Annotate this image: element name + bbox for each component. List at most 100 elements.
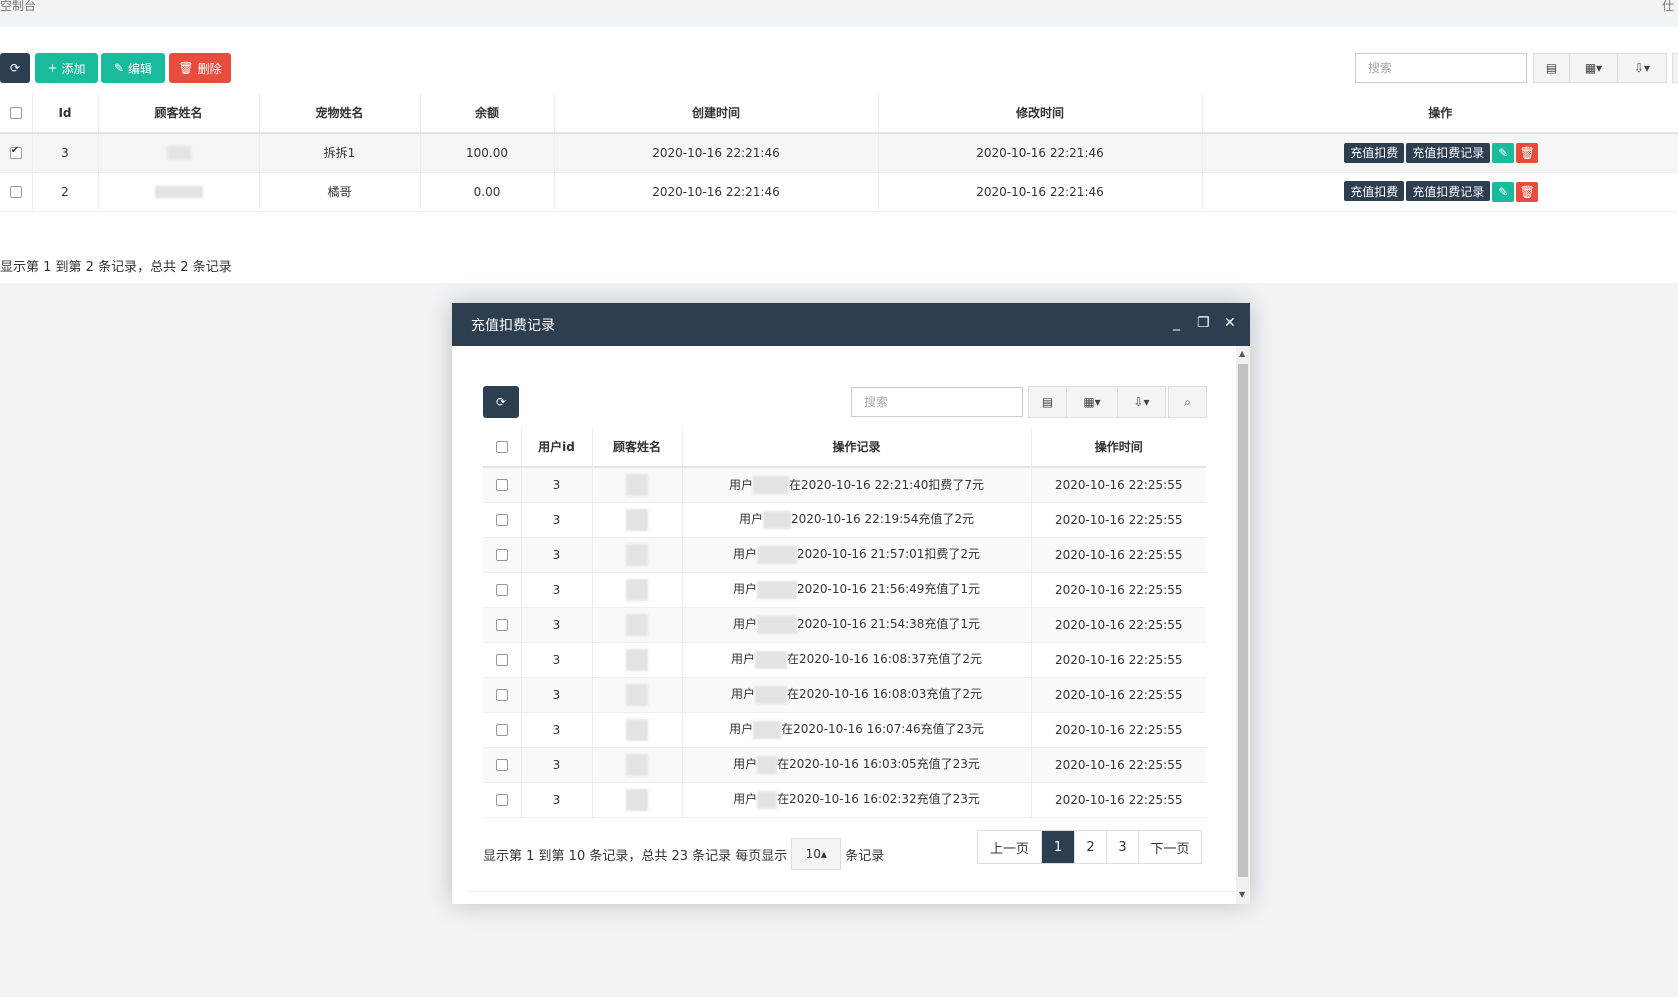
page-2-button[interactable]: 2 — [1075, 831, 1107, 863]
modal-search-button[interactable]: ⌕ — [1168, 386, 1207, 418]
row-checkbox[interactable] — [495, 619, 508, 631]
list-icon: ▤ — [1545, 61, 1558, 75]
cell-record: 用户 2020-10-16 21:57:01扣费了2元 — [682, 537, 1032, 573]
row-delete-button[interactable]: 🗑 — [1516, 143, 1539, 163]
col-created[interactable]: 创建时间 — [554, 93, 879, 134]
close-icon[interactable]: ✕ — [1224, 315, 1236, 331]
table-row[interactable]: 3 用户 在2020-10-16 16:07:46充值了23元 2020-10-16 … — [483, 712, 1206, 748]
row-delete-button[interactable]: 🗑 — [1516, 181, 1539, 202]
modal-refresh-button[interactable]: ⟳ — [483, 386, 519, 418]
toggle-view-button[interactable]: ▤ — [1533, 53, 1570, 83]
table-row[interactable]: 3 用户 在2020-10-16 16:03:05充值了23元 2020-10-16 … — [483, 747, 1206, 783]
col-pet[interactable]: 宠物姓名 — [259, 93, 421, 134]
row-checkbox[interactable] — [495, 689, 508, 701]
page-1-button[interactable]: 1 — [1042, 831, 1075, 863]
delete-button[interactable]: 🗑 删除 — [169, 53, 231, 83]
records-button[interactable]: 充值扣费记录 — [1406, 142, 1491, 163]
row-checkbox-cell[interactable] — [483, 537, 522, 573]
row-checkbox-cell[interactable] — [483, 747, 522, 783]
modal-info-prefix: 显示第 1 到第 10 条记录，总共 23 条记录 每页显示 — [483, 848, 788, 864]
edit-button[interactable]: ✎ 编辑 — [101, 53, 165, 83]
table-row[interactable]: 3 用户 在2020-10-16 16:02:32充值了23元 2020-10-16 … — [483, 782, 1206, 818]
row-edit-button[interactable]: ✎ — [1492, 143, 1515, 163]
row-checkbox[interactable] — [495, 654, 508, 666]
col-op-time[interactable]: 操作时间 — [1031, 427, 1206, 468]
page-3-button[interactable]: 3 — [1107, 831, 1139, 863]
scrollbar-thumb[interactable] — [1238, 364, 1248, 877]
row-checkbox[interactable] — [495, 514, 508, 526]
record-text: 在2020-10-16 22:21:40扣费了7元 — [788, 477, 985, 492]
table-row[interactable]: 3 用户 在2020-10-16 22:21:40扣费了7元 2020-10-16 2… — [483, 467, 1206, 503]
table-row[interactable]: 3 用户 2020-10-16 22:19:54充值了2元 2020-10-16 22… — [483, 502, 1206, 538]
prev-page-button[interactable]: 上一页 — [978, 831, 1042, 863]
table-row[interactable]: 3 用户 2020-10-16 21:56:49充值了1元 2020-10-16 22… — [483, 572, 1206, 608]
columns-button[interactable]: ▦▾ — [1569, 53, 1618, 83]
table-row[interactable]: 3 用户 2020-10-16 21:57:01扣费了2元 2020-10-16 22… — [483, 537, 1206, 573]
col-id[interactable]: Id — [32, 93, 99, 134]
row-checkbox[interactable] — [495, 549, 508, 561]
modal-select-all-cell[interactable] — [483, 427, 522, 468]
row-checkbox[interactable] — [495, 759, 508, 771]
row-checkbox-cell[interactable] — [483, 782, 522, 818]
table-row[interactable]: 3 拆拆1 100.00 2020-10-16 22:21:46 2020-10… — [0, 133, 1678, 173]
modal-export-button[interactable]: ⇩▾ — [1117, 386, 1166, 418]
add-button[interactable]: + 添加 — [35, 53, 98, 83]
col-user-id[interactable]: 用户id — [521, 427, 593, 468]
modal-columns-button[interactable]: ▦▾ — [1066, 386, 1118, 418]
refresh-button[interactable]: ⟳ — [0, 53, 30, 83]
table-row[interactable]: 3 用户 2020-10-16 21:54:38充值了1元 2020-10-16 22… — [483, 607, 1206, 643]
row-checkbox[interactable] — [495, 724, 508, 736]
scroll-up-icon[interactable]: ▲ — [1239, 349, 1245, 358]
recharge-button[interactable]: 充值扣费 — [1344, 142, 1405, 163]
select-all-checkbox[interactable] — [9, 107, 22, 119]
records-button[interactable]: 充值扣费记录 — [1406, 181, 1491, 202]
row-edit-button[interactable]: ✎ — [1492, 181, 1515, 202]
select-all-cell[interactable] — [0, 93, 33, 134]
extra-tool-button[interactable] — [1672, 53, 1678, 83]
select-all-checkbox[interactable] — [495, 441, 508, 453]
next-page-button[interactable]: 下一页 — [1139, 831, 1201, 863]
search-input[interactable] — [1355, 53, 1527, 83]
col-record[interactable]: 操作记录 — [682, 427, 1032, 468]
top-bar: 空制台 仕 — [0, 0, 1678, 27]
row-checkbox[interactable] — [495, 584, 508, 596]
table-row[interactable]: 3 用户 在2020-10-16 16:08:03充值了2元 2020-10-16 2… — [483, 677, 1206, 713]
row-checkbox-cell[interactable] — [483, 502, 522, 538]
row-checkbox-cell[interactable] — [483, 572, 522, 608]
export-button[interactable]: ⇩▾ — [1617, 53, 1667, 83]
col-customer[interactable]: 顾客姓名 — [592, 427, 683, 468]
scroll-down-icon[interactable]: ▼ — [1239, 890, 1245, 899]
row-checkbox-cell[interactable] — [483, 677, 522, 713]
row-checkbox-cell[interactable] — [483, 607, 522, 643]
modal-table-header: 用户id 顾客姓名 操作记录 操作时间 — [483, 427, 1206, 468]
row-checkbox-cell[interactable] — [483, 467, 522, 503]
minimize-icon[interactable]: _ — [1173, 315, 1180, 331]
maximize-icon[interactable]: ❐ — [1197, 315, 1210, 331]
page-size-value: 10 — [805, 847, 821, 861]
cell-user-id: 3 — [521, 607, 593, 643]
row-checkbox-cell[interactable] — [0, 133, 33, 173]
recharge-button[interactable]: 充值扣费 — [1344, 181, 1405, 202]
table-row[interactable]: 2 橘哥 0.00 2020-10-16 22:21:46 2020-10-16… — [0, 172, 1678, 212]
cell-op-time: 2020-10-16 22:25:55 — [1031, 747, 1206, 783]
row-checkbox[interactable] — [495, 794, 508, 806]
table-row[interactable]: 3 用户 在2020-10-16 16:08:37充值了2元 2020-10-16 2… — [483, 642, 1206, 678]
redacted-name — [626, 508, 648, 531]
modal-search-input[interactable] — [851, 387, 1023, 417]
col-balance[interactable]: 余额 — [420, 93, 555, 134]
row-checkbox[interactable] — [9, 145, 22, 160]
row-checkbox[interactable] — [9, 186, 22, 198]
row-checkbox[interactable] — [495, 479, 508, 492]
corner-label: 仕 — [1661, 0, 1674, 13]
row-checkbox-cell[interactable] — [483, 712, 522, 748]
modal-title: 充值扣费记录 — [471, 317, 555, 334]
row-checkbox-cell[interactable] — [0, 172, 33, 212]
row-checkbox-cell[interactable] — [483, 642, 522, 678]
cell-created: 2020-10-16 22:21:46 — [554, 172, 879, 212]
modal-toggle-view-button[interactable]: ▤ — [1028, 386, 1067, 418]
page-size-select[interactable]: 10 ▴ — [791, 838, 842, 870]
col-customer[interactable]: 顾客姓名 — [98, 93, 260, 134]
modal-scrollbar[interactable]: ▲ ▼ — [1236, 346, 1250, 904]
col-modified[interactable]: 修改时间 — [878, 93, 1203, 134]
cell-op-time: 2020-10-16 22:25:55 — [1031, 467, 1206, 503]
